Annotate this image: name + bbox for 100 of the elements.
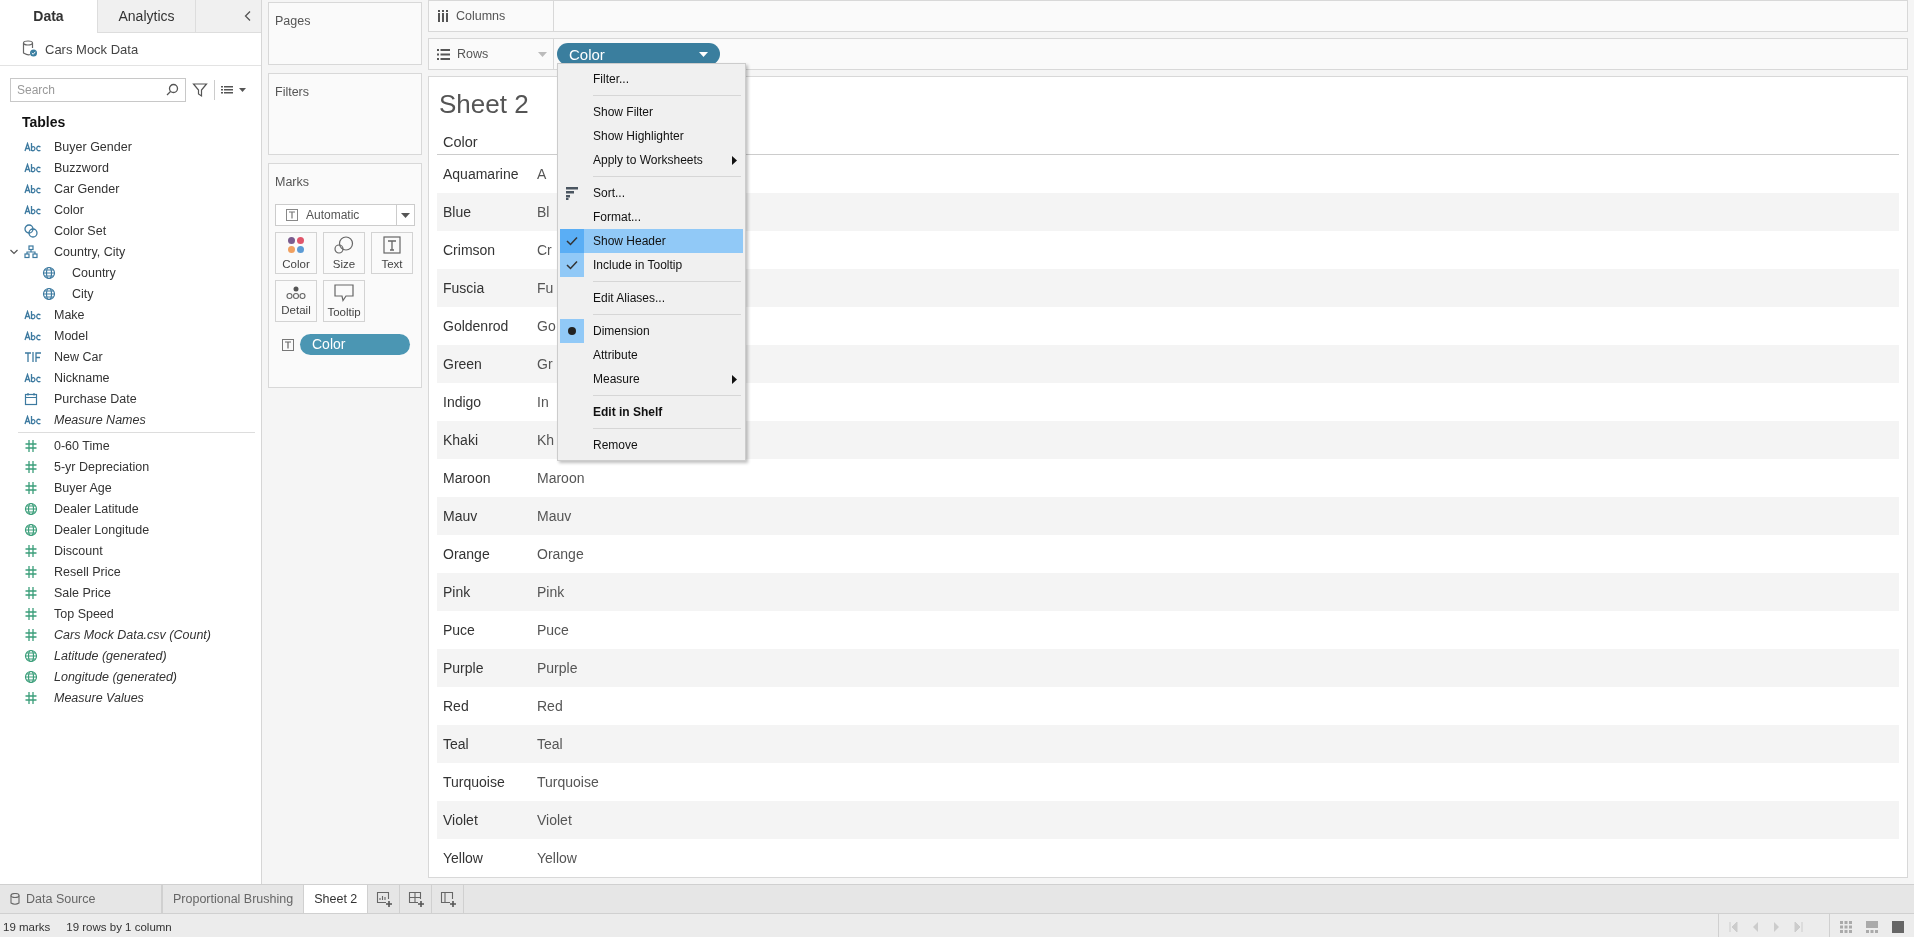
field-item[interactable]: Dealer Longitude bbox=[54, 522, 150, 537]
rows-shelf-label: Rows bbox=[429, 39, 554, 69]
table-cell: Maroon bbox=[537, 470, 585, 486]
columns-shelf-label: Columns bbox=[429, 1, 554, 31]
field-item[interactable]: Country, City bbox=[54, 244, 126, 259]
table-cell: Kh bbox=[537, 432, 555, 448]
sheet-tab[interactable]: Sheet 2 bbox=[304, 885, 369, 913]
number-type-icon bbox=[24, 627, 38, 642]
row-header: Orange bbox=[442, 546, 491, 562]
number-type-icon bbox=[24, 480, 38, 495]
mark-type-dropdown[interactable]: Automatic bbox=[275, 204, 415, 226]
hierarchy-icon bbox=[24, 244, 38, 259]
field-item[interactable]: 5-yr Depreciation bbox=[54, 459, 150, 474]
globe-icon bbox=[42, 286, 56, 301]
row-header: Puce bbox=[442, 622, 476, 638]
menu-item[interactable]: Show Header bbox=[560, 229, 743, 253]
menu-item[interactable]: Include in Tooltip bbox=[560, 253, 743, 277]
text-mark-icon bbox=[383, 236, 401, 254]
marks-button[interactable]: Size bbox=[323, 232, 365, 274]
field-item[interactable]: Color Set bbox=[54, 223, 107, 238]
field-item[interactable]: Longitude (generated) bbox=[54, 669, 177, 684]
field-item[interactable]: 0-60 Time bbox=[54, 438, 110, 453]
database-icon bbox=[22, 40, 38, 58]
boolean-type-icon bbox=[24, 350, 42, 363]
field-item[interactable]: Buyer Age bbox=[54, 480, 112, 495]
search-icon bbox=[166, 83, 179, 96]
globe-icon bbox=[24, 648, 38, 663]
row-header: Purple bbox=[442, 660, 485, 676]
marks-button[interactable]: Tooltip bbox=[323, 280, 365, 322]
detail-dots-icon bbox=[286, 286, 306, 300]
table-cell: Puce bbox=[537, 622, 569, 638]
row-header: Teal bbox=[442, 736, 470, 752]
sidebar-tab[interactable]: Data bbox=[0, 0, 98, 33]
field-item[interactable]: Country bbox=[72, 265, 116, 280]
number-type-icon bbox=[24, 438, 38, 453]
marks-button[interactable]: Color bbox=[275, 232, 317, 274]
menu-item[interactable]: Show Filter bbox=[560, 100, 743, 124]
section-title: Tables bbox=[21, 113, 67, 132]
single-view-icon[interactable] bbox=[1892, 920, 1904, 933]
row-header: Yellow bbox=[442, 850, 484, 866]
field-item[interactable]: Buyer Gender bbox=[54, 139, 132, 154]
menu-item[interactable]: Measure bbox=[560, 367, 743, 391]
marks-button[interactable]: Text bbox=[371, 232, 413, 274]
table-cell: Fu bbox=[537, 280, 554, 296]
text-mark-icon bbox=[282, 338, 294, 351]
sidebar-tab[interactable]: Analytics bbox=[98, 0, 196, 32]
field-item[interactable]: Dealer Latitude bbox=[54, 501, 139, 516]
field-item[interactable]: Make bbox=[54, 307, 85, 322]
field-item[interactable]: Nickname bbox=[54, 370, 110, 385]
menu-item[interactable]: Format... bbox=[560, 205, 743, 229]
menu-item[interactable]: Attribute bbox=[560, 343, 743, 367]
table-cell: In bbox=[537, 394, 549, 410]
menu-item[interactable]: Apply to Worksheets bbox=[560, 148, 743, 172]
chevron-left-icon[interactable] bbox=[243, 10, 253, 22]
field-item[interactable]: Latitude (generated) bbox=[54, 648, 167, 663]
globe-icon bbox=[24, 522, 38, 537]
field-item[interactable]: Measure Names bbox=[54, 412, 146, 427]
field-item[interactable]: Car Gender bbox=[54, 181, 120, 196]
menu-item[interactable]: Edit Aliases... bbox=[560, 286, 743, 310]
table-cell: Purple bbox=[537, 660, 578, 676]
field-pill[interactable]: Color bbox=[557, 43, 720, 65]
menu-item[interactable]: Remove bbox=[560, 433, 743, 457]
field-item[interactable]: Purchase Date bbox=[54, 391, 137, 406]
field-item[interactable]: Top Speed bbox=[54, 606, 114, 621]
field-item[interactable]: Measure Values bbox=[54, 690, 144, 705]
menu-item[interactable]: Show Highlighter bbox=[560, 124, 743, 148]
list-view-icon[interactable] bbox=[221, 85, 247, 95]
table-cell: Cr bbox=[537, 242, 552, 258]
field-item[interactable]: Sale Price bbox=[54, 585, 111, 600]
datasource-name[interactable]: Cars Mock Data bbox=[45, 41, 139, 57]
row-header: Maroon bbox=[442, 470, 492, 486]
menu-item[interactable]: Sort... bbox=[560, 181, 743, 205]
menu-item[interactable]: Edit in Shelf bbox=[560, 400, 743, 424]
database-icon bbox=[10, 893, 20, 905]
field-item[interactable]: Color bbox=[54, 202, 84, 217]
row-header: Violet bbox=[442, 812, 479, 828]
table-cell: Mauv bbox=[537, 508, 572, 524]
table-cell: Violet bbox=[537, 812, 572, 828]
number-type-icon bbox=[24, 459, 38, 474]
field-item[interactable]: Buzzword bbox=[54, 160, 109, 175]
card-title: Filters bbox=[275, 85, 310, 99]
field-item[interactable]: Resell Price bbox=[54, 564, 121, 579]
string-type-icon bbox=[24, 204, 42, 215]
table-cell: Teal bbox=[537, 736, 563, 752]
bullet-icon bbox=[568, 327, 576, 335]
marks-button[interactable]: Detail bbox=[275, 280, 317, 322]
field-item[interactable]: Cars Mock Data.csv (Count) bbox=[54, 627, 211, 642]
filter-icon[interactable] bbox=[192, 82, 208, 98]
set-icon bbox=[24, 223, 38, 238]
field-item[interactable]: New Car bbox=[54, 349, 103, 364]
table-cell: Gr bbox=[537, 356, 553, 372]
field-item[interactable]: Model bbox=[54, 328, 89, 343]
menu-item[interactable]: Dimension bbox=[560, 319, 743, 343]
string-type-icon bbox=[24, 162, 42, 173]
search-field[interactable]: Search bbox=[10, 78, 186, 102]
field-item[interactable]: City bbox=[72, 286, 94, 301]
globe-icon bbox=[42, 265, 56, 280]
calendar-icon bbox=[24, 391, 38, 406]
field-item[interactable]: Discount bbox=[54, 543, 103, 558]
menu-item[interactable]: Filter... bbox=[560, 67, 743, 91]
